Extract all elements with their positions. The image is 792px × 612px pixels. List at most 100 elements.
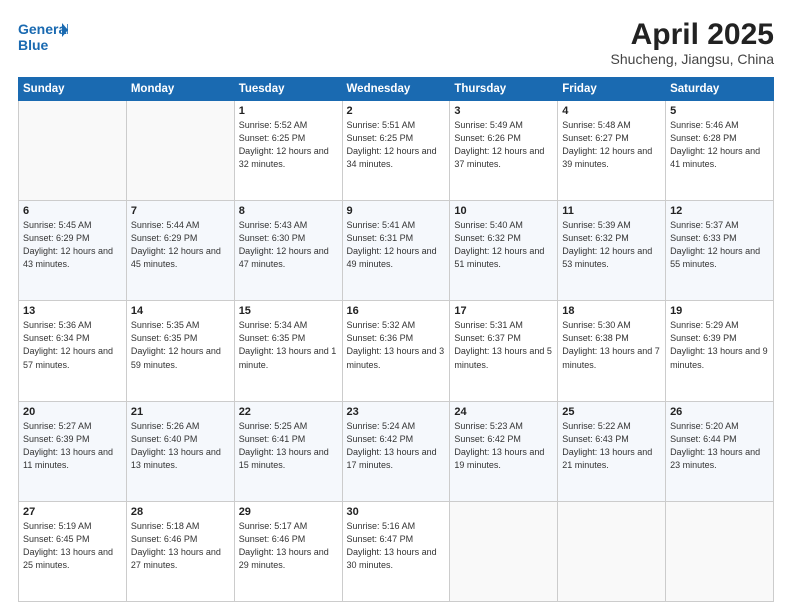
title-block: April 2025 Shucheng, Jiangsu, China: [611, 18, 774, 67]
calendar-cell: 11 Sunrise: 5:39 AM Sunset: 6:32 PM Dayli…: [558, 201, 666, 301]
day-info: Sunrise: 5:27 AM Sunset: 6:39 PM Dayligh…: [23, 420, 122, 472]
calendar-cell: 25 Sunrise: 5:22 AM Sunset: 6:43 PM Dayli…: [558, 401, 666, 501]
day-number: 8: [239, 205, 338, 217]
day-number: 22: [239, 406, 338, 418]
day-number: 27: [23, 506, 122, 518]
calendar-cell: 22Sunrise: 5:25 AM Sunset: 6:41 PM Dayli…: [234, 401, 342, 501]
day-number: 7: [131, 205, 230, 217]
day-info: Sunrise: 5:43 AM Sunset: 6:30 PM Dayligh…: [239, 219, 338, 271]
day-info: Sunrise: 5:34 AM Sunset: 6:35 PM Dayligh…: [239, 319, 338, 371]
day-info: Sunrise: 5:40 AM Sunset: 6:32 PM Dayligh…: [454, 219, 553, 271]
month-title: April 2025: [611, 18, 774, 51]
calendar-cell: 18 Sunrise: 5:30 AM Sunset: 6:38 PM Dayli…: [558, 301, 666, 401]
calendar-cell: [666, 501, 774, 601]
day-info: Sunrise: 5:23 AM Sunset: 6:42 PM Dayligh…: [454, 420, 553, 472]
day-number: 6: [23, 205, 122, 217]
day-number: 2: [347, 105, 446, 117]
day-number: 9: [347, 205, 446, 217]
calendar-cell: 15 Sunrise: 5:34 AM Sunset: 6:35 PM Dayli…: [234, 301, 342, 401]
day-info: Sunrise: 5:30 AM Sunset: 6:38 PM Dayligh…: [562, 319, 661, 371]
day-info: Sunrise: 5:44 AM Sunset: 6:29 PM Dayligh…: [131, 219, 230, 271]
weekday-saturday: Saturday: [666, 78, 774, 101]
calendar-cell: 5Sunrise: 5:46 AM Sunset: 6:28 PM Daylig…: [666, 101, 774, 201]
weekday-monday: Monday: [126, 78, 234, 101]
day-number: 29: [239, 506, 338, 518]
calendar-cell: 29 Sunrise: 5:17 AM Sunset: 6:46 PM Dayli…: [234, 501, 342, 601]
calendar-cell: 3Sunrise: 5:49 AM Sunset: 6:26 PM Daylig…: [450, 101, 558, 201]
day-info: Sunrise: 5:20 AM Sunset: 6:44 PM Dayligh…: [670, 420, 769, 472]
calendar-cell: 28Sunrise: 5:18 AM Sunset: 6:46 PM Dayli…: [126, 501, 234, 601]
day-info: Sunrise: 5:16 AM Sunset: 6:47 PM Dayligh…: [347, 520, 446, 572]
calendar-cell: 14Sunrise: 5:35 AM Sunset: 6:35 PM Dayli…: [126, 301, 234, 401]
weekday-sunday: Sunday: [19, 78, 127, 101]
logo: General Blue: [18, 18, 56, 56]
day-number: 21: [131, 406, 230, 418]
svg-text:General: General: [18, 21, 68, 37]
day-number: 18: [562, 305, 661, 317]
day-number: 11: [562, 205, 661, 217]
calendar-cell: [558, 501, 666, 601]
location: Shucheng, Jiangsu, China: [611, 51, 774, 67]
day-number: 10: [454, 205, 553, 217]
logo-svg: General Blue: [18, 18, 68, 60]
calendar-cell: 24 Sunrise: 5:23 AM Sunset: 6:42 PM Dayli…: [450, 401, 558, 501]
day-info: Sunrise: 5:51 AM Sunset: 6:25 PM Dayligh…: [347, 119, 446, 171]
calendar-cell: 17Sunrise: 5:31 AM Sunset: 6:37 PM Dayli…: [450, 301, 558, 401]
calendar-cell: [126, 101, 234, 201]
day-info: Sunrise: 5:22 AM Sunset: 6:43 PM Dayligh…: [562, 420, 661, 472]
calendar-week-1: 1 Sunrise: 5:52 AM Sunset: 6:25 PM Daylig…: [19, 101, 774, 201]
calendar-cell: 4Sunrise: 5:48 AM Sunset: 6:27 PM Daylig…: [558, 101, 666, 201]
calendar-week-3: 13Sunrise: 5:36 AM Sunset: 6:34 PM Dayli…: [19, 301, 774, 401]
calendar-cell: 1 Sunrise: 5:52 AM Sunset: 6:25 PM Daylig…: [234, 101, 342, 201]
calendar-cell: 26 Sunrise: 5:20 AM Sunset: 6:44 PM Dayli…: [666, 401, 774, 501]
day-number: 14: [131, 305, 230, 317]
day-number: 25: [562, 406, 661, 418]
day-number: 1: [239, 105, 338, 117]
day-info: Sunrise: 5:18 AM Sunset: 6:46 PM Dayligh…: [131, 520, 230, 572]
weekday-wednesday: Wednesday: [342, 78, 450, 101]
calendar-cell: [19, 101, 127, 201]
calendar-cell: 6 Sunrise: 5:45 AM Sunset: 6:29 PM Daylig…: [19, 201, 127, 301]
header: General Blue April 2025 Shucheng, Jiangs…: [18, 18, 774, 67]
day-number: 13: [23, 305, 122, 317]
calendar-cell: 13Sunrise: 5:36 AM Sunset: 6:34 PM Dayli…: [19, 301, 127, 401]
calendar-cell: 8 Sunrise: 5:43 AM Sunset: 6:30 PM Daylig…: [234, 201, 342, 301]
day-info: Sunrise: 5:52 AM Sunset: 6:25 PM Dayligh…: [239, 119, 338, 171]
day-number: 30: [347, 506, 446, 518]
calendar-cell: 20Sunrise: 5:27 AM Sunset: 6:39 PM Dayli…: [19, 401, 127, 501]
calendar-cell: 19 Sunrise: 5:29 AM Sunset: 6:39 PM Dayli…: [666, 301, 774, 401]
day-number: 19: [670, 305, 769, 317]
calendar-cell: 12 Sunrise: 5:37 AM Sunset: 6:33 PM Dayli…: [666, 201, 774, 301]
day-info: Sunrise: 5:24 AM Sunset: 6:42 PM Dayligh…: [347, 420, 446, 472]
day-info: Sunrise: 5:39 AM Sunset: 6:32 PM Dayligh…: [562, 219, 661, 271]
calendar-week-5: 27Sunrise: 5:19 AM Sunset: 6:45 PM Dayli…: [19, 501, 774, 601]
day-number: 24: [454, 406, 553, 418]
day-number: 15: [239, 305, 338, 317]
calendar-cell: 16Sunrise: 5:32 AM Sunset: 6:36 PM Dayli…: [342, 301, 450, 401]
day-info: Sunrise: 5:48 AM Sunset: 6:27 PM Dayligh…: [562, 119, 661, 171]
day-info: Sunrise: 5:26 AM Sunset: 6:40 PM Dayligh…: [131, 420, 230, 472]
calendar-cell: 7 Sunrise: 5:44 AM Sunset: 6:29 PM Daylig…: [126, 201, 234, 301]
calendar-cell: 21 Sunrise: 5:26 AM Sunset: 6:40 PM Dayli…: [126, 401, 234, 501]
calendar-cell: 2 Sunrise: 5:51 AM Sunset: 6:25 PM Daylig…: [342, 101, 450, 201]
day-number: 23: [347, 406, 446, 418]
calendar-cell: 23 Sunrise: 5:24 AM Sunset: 6:42 PM Dayli…: [342, 401, 450, 501]
weekday-friday: Friday: [558, 78, 666, 101]
calendar-cell: [450, 501, 558, 601]
calendar-week-4: 20Sunrise: 5:27 AM Sunset: 6:39 PM Dayli…: [19, 401, 774, 501]
calendar-cell: 10 Sunrise: 5:40 AM Sunset: 6:32 PM Dayli…: [450, 201, 558, 301]
svg-text:Blue: Blue: [18, 37, 49, 53]
day-info: Sunrise: 5:17 AM Sunset: 6:46 PM Dayligh…: [239, 520, 338, 572]
calendar-week-2: 6 Sunrise: 5:45 AM Sunset: 6:29 PM Daylig…: [19, 201, 774, 301]
weekday-thursday: Thursday: [450, 78, 558, 101]
day-number: 12: [670, 205, 769, 217]
day-info: Sunrise: 5:45 AM Sunset: 6:29 PM Dayligh…: [23, 219, 122, 271]
day-number: 3: [454, 105, 553, 117]
day-number: 26: [670, 406, 769, 418]
day-info: Sunrise: 5:37 AM Sunset: 6:33 PM Dayligh…: [670, 219, 769, 271]
page: General Blue April 2025 Shucheng, Jiangs…: [0, 0, 792, 612]
day-info: Sunrise: 5:29 AM Sunset: 6:39 PM Dayligh…: [670, 319, 769, 371]
weekday-tuesday: Tuesday: [234, 78, 342, 101]
day-number: 16: [347, 305, 446, 317]
day-number: 5: [670, 105, 769, 117]
